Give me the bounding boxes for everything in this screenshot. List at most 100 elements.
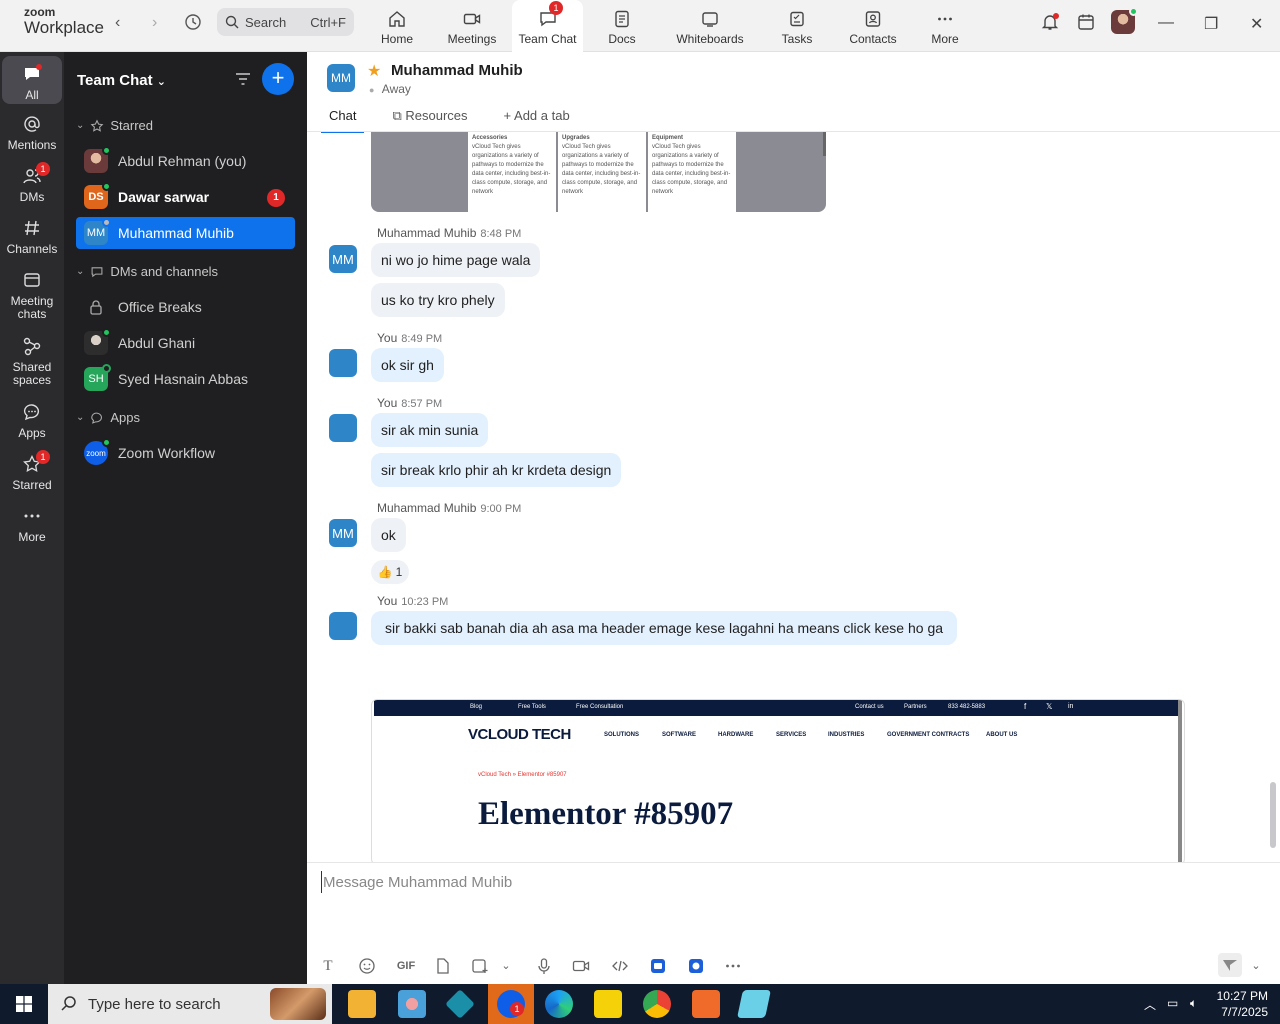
sender-avatar[interactable]: MM	[329, 519, 357, 547]
sidebar-item-abdul-rehman[interactable]: Abdul Rehman (you)	[76, 145, 295, 177]
new-chat-button[interactable]: +	[262, 63, 294, 95]
sidebar-title[interactable]: Team Chat ⌄	[77, 72, 166, 89]
reaction-chip[interactable]: 👍 1	[371, 560, 409, 584]
edge-browser-icon[interactable]	[545, 990, 573, 1018]
xampp-icon[interactable]	[692, 990, 720, 1018]
sender-avatar[interactable]	[329, 349, 357, 377]
restore-icon[interactable]: ❐	[1204, 14, 1218, 34]
rail-item-apps[interactable]: Apps	[2, 402, 62, 440]
filter-icon[interactable]	[234, 70, 252, 88]
history-icon[interactable]	[184, 13, 202, 31]
tab-docs[interactable]: Docs	[600, 0, 644, 52]
minimize-icon[interactable]: —	[1158, 14, 1174, 32]
sidebar-item-office-breaks[interactable]: Office Breaks	[76, 291, 295, 323]
contact-name[interactable]: Muhammad Muhib	[391, 62, 523, 79]
app-icon[interactable]	[649, 957, 667, 975]
app-icon-2[interactable]	[687, 957, 705, 975]
contact-avatar[interactable]: MM	[327, 64, 355, 92]
back-arrow-icon[interactable]: ‹	[115, 14, 120, 32]
code-icon[interactable]	[611, 957, 629, 975]
send-options-chevron-icon[interactable]: ⌄	[1247, 957, 1265, 975]
send-button[interactable]	[1218, 953, 1242, 977]
profile-avatar[interactable]	[1111, 7, 1138, 34]
sender-avatar[interactable]	[329, 612, 357, 640]
paint-app-icon[interactable]	[398, 990, 426, 1018]
rail-item-mentions[interactable]: Mentions	[2, 114, 62, 152]
message-bubble[interactable]: us ko try kro phely	[371, 283, 505, 317]
chrome-browser-icon[interactable]	[643, 990, 671, 1018]
search-bar[interactable]: Search Ctrl+F	[217, 8, 354, 36]
app-diamond-icon[interactable]	[445, 989, 475, 1019]
message-input[interactable]	[321, 871, 1261, 893]
file-icon[interactable]	[434, 957, 452, 975]
windows-start-icon[interactable]	[16, 996, 32, 1012]
rail-item-meeting-chats[interactable]: Meeting chats	[2, 270, 62, 321]
tab-home[interactable]: Home	[372, 0, 422, 52]
rail-item-all[interactable]: All	[2, 56, 62, 104]
network-icon[interactable]: ▭	[1167, 996, 1178, 1010]
sidebar-item-dawar-sarwar[interactable]: DS Dawar sarwar 1	[76, 181, 295, 213]
tab-more[interactable]: More	[925, 0, 965, 52]
tab-chat[interactable]: Chat	[321, 108, 365, 133]
image-attachment[interactable]: Blog Free Tools Free Consultation Contac…	[371, 699, 1185, 862]
tab-tasks[interactable]: Tasks	[775, 0, 819, 52]
taskbar-search[interactable]: Type here to search	[48, 984, 332, 1024]
sticky-notes-icon[interactable]	[594, 990, 622, 1018]
emoji-icon[interactable]	[358, 957, 376, 975]
chevron-down-icon: ⌄	[76, 266, 85, 277]
message-bubble[interactable]: sir ak min sunia	[371, 413, 489, 447]
sidebar-item-zoom-workflow[interactable]: zoom Zoom Workflow	[76, 437, 295, 469]
rail-item-more[interactable]: More	[2, 506, 62, 544]
sidebar-item-abdul-ghani[interactable]: Abdul Ghani	[76, 327, 295, 359]
tab-contacts[interactable]: Contacts	[846, 0, 900, 52]
zoom-taskbar-icon[interactable]: 1	[488, 984, 534, 1024]
scrollbar-thumb[interactable]	[1270, 782, 1276, 848]
tray-chevron-icon[interactable]: ︿	[1144, 996, 1156, 1013]
tab-whiteboards[interactable]: Whiteboards	[670, 0, 750, 52]
text-format-icon[interactable]: T	[319, 957, 337, 975]
rail-item-shared-spaces[interactable]: Shared spaces	[2, 336, 62, 387]
sender-avatar[interactable]	[329, 414, 357, 442]
volume-icon[interactable]: 🔈︎	[1190, 996, 1197, 1011]
sidebar-item-muhammad-muhib[interactable]: MM Muhammad Muhib	[76, 217, 295, 249]
more-dots-icon[interactable]	[724, 957, 742, 975]
avatar: SH	[84, 364, 111, 391]
close-icon[interactable]: ✕	[1250, 14, 1263, 34]
forward-arrow-icon[interactable]: ›	[152, 14, 157, 32]
app-window-icon[interactable]	[737, 990, 771, 1018]
calendar-icon[interactable]	[1077, 13, 1095, 31]
message-scrollbar[interactable]	[1270, 142, 1276, 862]
tab-add[interactable]: + Add a tab	[496, 108, 578, 133]
away-status-icon: ●	[369, 85, 375, 95]
tab-team-chat[interactable]: 1 Team Chat	[512, 0, 583, 53]
section-starred[interactable]: ⌄ Starred	[76, 118, 153, 133]
rail-item-channels[interactable]: Channels	[2, 218, 62, 256]
rail-item-dms[interactable]: 1 DMs	[2, 162, 62, 204]
tab-resources[interactable]: ⧉ Resources	[384, 108, 475, 133]
screenshot-icon[interactable]	[471, 957, 489, 975]
video-message-icon[interactable]	[572, 957, 590, 975]
taskbar-clock[interactable]: 10:27 PM 7/7/2025	[1217, 988, 1268, 1020]
message-bubble[interactable]: sir break krlo phir ah kr krdeta design	[371, 453, 622, 487]
gif-icon[interactable]: GIF	[395, 957, 417, 975]
chevron-down-icon: ⌄	[76, 120, 85, 131]
image-preview-card[interactable]: Accessories vCloud Tech gives organizatio…	[371, 132, 826, 212]
chevron-down-icon[interactable]: ⌄	[497, 957, 515, 975]
message-bubble[interactable]: sir bakki sab banah dia ah asa ma header…	[371, 611, 958, 645]
mic-icon[interactable]	[535, 957, 553, 975]
message-bubble[interactable]: ok sir gh	[371, 348, 444, 382]
message-bubble[interactable]: ok	[371, 518, 406, 552]
section-apps[interactable]: ⌄ Apps	[76, 410, 140, 425]
sidebar-item-syed-hasnain-abbas[interactable]: SH Syed Hasnain Abbas	[76, 363, 295, 395]
star-filled-icon[interactable]: ★	[367, 61, 381, 81]
send-icon	[1223, 960, 1237, 971]
message-bubble[interactable]: ni wo jo hime page wala	[371, 243, 541, 277]
sender-avatar[interactable]: MM	[329, 245, 357, 273]
notification-bell-icon[interactable]	[1041, 13, 1059, 31]
rail-item-starred[interactable]: 1 Starred	[2, 450, 62, 492]
screenshot-topbar: Blog Free Tools Free Consultation Contac…	[374, 700, 1178, 716]
screenshot-heading: Elementor #85907	[478, 796, 734, 832]
tab-meetings[interactable]: Meetings	[442, 0, 502, 52]
file-explorer-icon[interactable]	[348, 990, 376, 1018]
section-dms-channels[interactable]: ⌄ DMs and channels	[76, 264, 218, 279]
